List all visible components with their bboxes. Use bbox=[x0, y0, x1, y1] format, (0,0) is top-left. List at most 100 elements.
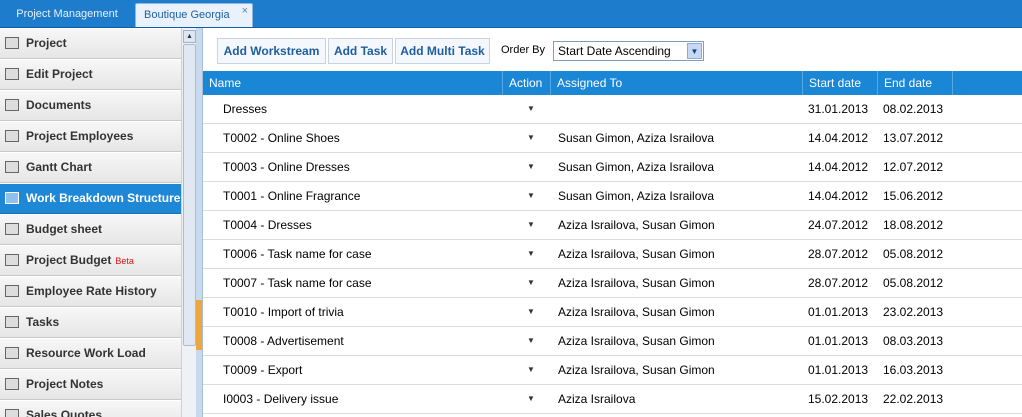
resource-icon bbox=[5, 347, 19, 359]
sidebar: Project Edit Project Documents Project Empl… bbox=[0, 28, 181, 417]
table-row[interactable]: T0008 - Advertisement ▼ Aziza Israilova, S… bbox=[203, 327, 1022, 356]
table-row[interactable]: T0009 - Export ▼ Aziza Israilova, Susan Gi… bbox=[203, 356, 1022, 385]
action-dropdown-icon[interactable]: ▼ bbox=[525, 95, 537, 123]
table-row[interactable]: T0006 - Task name for case ▼ Aziza Israilo… bbox=[203, 240, 1022, 269]
top-tab-bar: Project Management Boutique Georgia × bbox=[0, 0, 1022, 28]
employees-icon bbox=[5, 130, 19, 142]
table-header: Name Action Assigned To Start date End d… bbox=[203, 71, 1022, 96]
column-header-action[interactable]: Action bbox=[503, 71, 551, 95]
sidebar-item-documents[interactable]: Documents bbox=[0, 90, 181, 121]
sidebar-item-project[interactable]: Project bbox=[0, 28, 181, 59]
scrollbar-thumb[interactable] bbox=[183, 44, 196, 346]
add-multi-task-button[interactable]: Add Multi Task bbox=[395, 38, 490, 64]
sidebar-item-label: Sales Quotes bbox=[26, 408, 103, 417]
gantt-icon bbox=[5, 161, 19, 173]
column-header-name[interactable]: Name bbox=[203, 71, 503, 95]
edit-icon bbox=[5, 68, 19, 80]
sidebar-item-label: Project bbox=[26, 36, 67, 50]
table-row[interactable]: T0007 - Task name for case ▼ Aziza Israilo… bbox=[203, 269, 1022, 298]
sidebar-item-label: Gantt Chart bbox=[26, 160, 92, 174]
sidebar-scrollbar[interactable]: ▲ bbox=[181, 28, 196, 417]
end-date: 12.07.2012 bbox=[883, 160, 944, 174]
order-by-label: Order By bbox=[501, 44, 546, 56]
table-row[interactable]: I0003 - Delivery issue ▼ Aziza Israilova 15… bbox=[203, 385, 1022, 414]
task-name: Dresses bbox=[223, 102, 268, 116]
action-dropdown-icon[interactable]: ▼ bbox=[525, 327, 537, 355]
end-date: 16.03.2013 bbox=[883, 363, 944, 377]
sidebar-item-employee-rate-history[interactable]: Employee Rate History bbox=[0, 276, 181, 307]
column-header-start-date[interactable]: Start date bbox=[803, 71, 878, 95]
action-dropdown-icon[interactable]: ▼ bbox=[525, 211, 537, 239]
sidebar-item-project-budget[interactable]: Project Budget Beta bbox=[0, 245, 181, 276]
assigned-to: Aziza Israilova, Susan Gimon bbox=[558, 305, 715, 319]
sidebar-item-gantt-chart[interactable]: Gantt Chart bbox=[0, 152, 181, 183]
sidebar-item-label: Project Notes bbox=[26, 377, 104, 391]
quotes-icon bbox=[5, 409, 19, 417]
tab-label: Boutique Georgia bbox=[144, 9, 230, 21]
sidebar-item-label: Edit Project bbox=[26, 67, 93, 81]
task-name: T0008 - Advertisement bbox=[223, 334, 344, 348]
assigned-to: Aziza Israilova, Susan Gimon bbox=[558, 334, 715, 348]
table-row[interactable]: T0002 - Online Shoes ▼ Susan Gimon, Aziza … bbox=[203, 124, 1022, 153]
tab-boutique-georgia[interactable]: Boutique Georgia × bbox=[135, 3, 253, 27]
column-header-end-date[interactable]: End date bbox=[878, 71, 953, 95]
start-date: 14.04.2012 bbox=[808, 160, 869, 174]
action-dropdown-icon[interactable]: ▼ bbox=[525, 385, 537, 413]
scroll-up-icon[interactable]: ▲ bbox=[183, 30, 196, 43]
table-row[interactable]: T0010 - Import of trivia ▼ Aziza Israilova… bbox=[203, 298, 1022, 327]
action-dropdown-icon[interactable]: ▼ bbox=[525, 182, 537, 210]
action-dropdown-icon[interactable]: ▼ bbox=[525, 356, 537, 384]
end-date: 15.06.2012 bbox=[883, 189, 944, 203]
sidebar-item-edit-project[interactable]: Edit Project bbox=[0, 59, 181, 90]
task-name: T0009 - Export bbox=[223, 363, 303, 377]
add-workstream-button[interactable]: Add Workstream bbox=[217, 38, 326, 64]
budget-sheet-icon bbox=[5, 223, 19, 235]
order-by-value: Start Date Ascending bbox=[558, 44, 671, 58]
start-date: 01.01.2013 bbox=[808, 363, 869, 377]
sidebar-item-tasks[interactable]: Tasks bbox=[0, 307, 181, 338]
sidebar-item-resource-work-load[interactable]: Resource Work Load bbox=[0, 338, 181, 369]
sidebar-item-label: Tasks bbox=[26, 315, 60, 329]
sidebar-item-budget-sheet[interactable]: Budget sheet bbox=[0, 214, 181, 245]
table-row[interactable]: T0001 - Online Fragrance ▼ Susan Gimon, Az… bbox=[203, 182, 1022, 211]
end-date: 23.02.2013 bbox=[883, 305, 944, 319]
start-date: 01.01.2013 bbox=[808, 305, 869, 319]
table-row[interactable]: Dresses ▼ 31.01.2013 08.02.2013 bbox=[203, 95, 1022, 124]
sidebar-item-work-breakdown-structure[interactable]: Work Breakdown Structure bbox=[0, 183, 181, 214]
order-by-select[interactable]: Start Date Ascending ▼ bbox=[553, 41, 704, 61]
action-dropdown-icon[interactable]: ▼ bbox=[525, 298, 537, 326]
sidebar-item-label: Project Budget bbox=[26, 253, 112, 267]
start-date: 31.01.2013 bbox=[808, 102, 869, 116]
close-icon[interactable]: × bbox=[242, 0, 248, 22]
sidebar-item-project-employees[interactable]: Project Employees bbox=[0, 121, 181, 152]
assigned-to bbox=[558, 95, 803, 123]
tasks-icon bbox=[5, 316, 19, 328]
sidebar-item-label: Project Employees bbox=[26, 129, 134, 143]
table-row[interactable]: T0003 - Online Dresses ▼ Susan Gimon, Aziz… bbox=[203, 153, 1022, 182]
wbs-icon bbox=[5, 192, 19, 204]
sidebar-item-sales-quotes[interactable]: Sales Quotes bbox=[0, 400, 181, 417]
action-dropdown-icon[interactable]: ▼ bbox=[525, 153, 537, 181]
task-name: I0003 - Delivery issue bbox=[223, 392, 339, 406]
chevron-down-icon[interactable]: ▼ bbox=[687, 43, 702, 59]
sidebar-item-label: Work Breakdown Structure bbox=[26, 191, 181, 205]
end-date: 08.02.2013 bbox=[883, 102, 944, 116]
add-task-button[interactable]: Add Task bbox=[328, 38, 393, 64]
notes-icon bbox=[5, 378, 19, 390]
panel-splitter[interactable] bbox=[196, 28, 203, 417]
end-date: 05.08.2012 bbox=[883, 247, 944, 261]
splitter-grip[interactable] bbox=[196, 300, 202, 350]
project-budget-icon bbox=[5, 254, 19, 266]
tab-project-management[interactable]: Project Management bbox=[4, 3, 130, 27]
column-header-assigned-to[interactable]: Assigned To bbox=[551, 71, 803, 95]
table-row[interactable]: T0004 - Dresses ▼ Aziza Israilova, Susan G… bbox=[203, 211, 1022, 240]
action-dropdown-icon[interactable]: ▼ bbox=[525, 124, 537, 152]
assigned-to: Aziza Israilova, Susan Gimon bbox=[558, 247, 715, 261]
action-dropdown-icon[interactable]: ▼ bbox=[525, 240, 537, 268]
task-name: T0001 - Online Fragrance bbox=[223, 189, 361, 203]
sidebar-item-label: Budget sheet bbox=[26, 222, 103, 236]
sidebar-item-project-notes[interactable]: Project Notes bbox=[0, 369, 181, 400]
task-name: T0010 - Import of trivia bbox=[223, 305, 344, 319]
rate-history-icon bbox=[5, 285, 19, 297]
action-dropdown-icon[interactable]: ▼ bbox=[525, 269, 537, 297]
